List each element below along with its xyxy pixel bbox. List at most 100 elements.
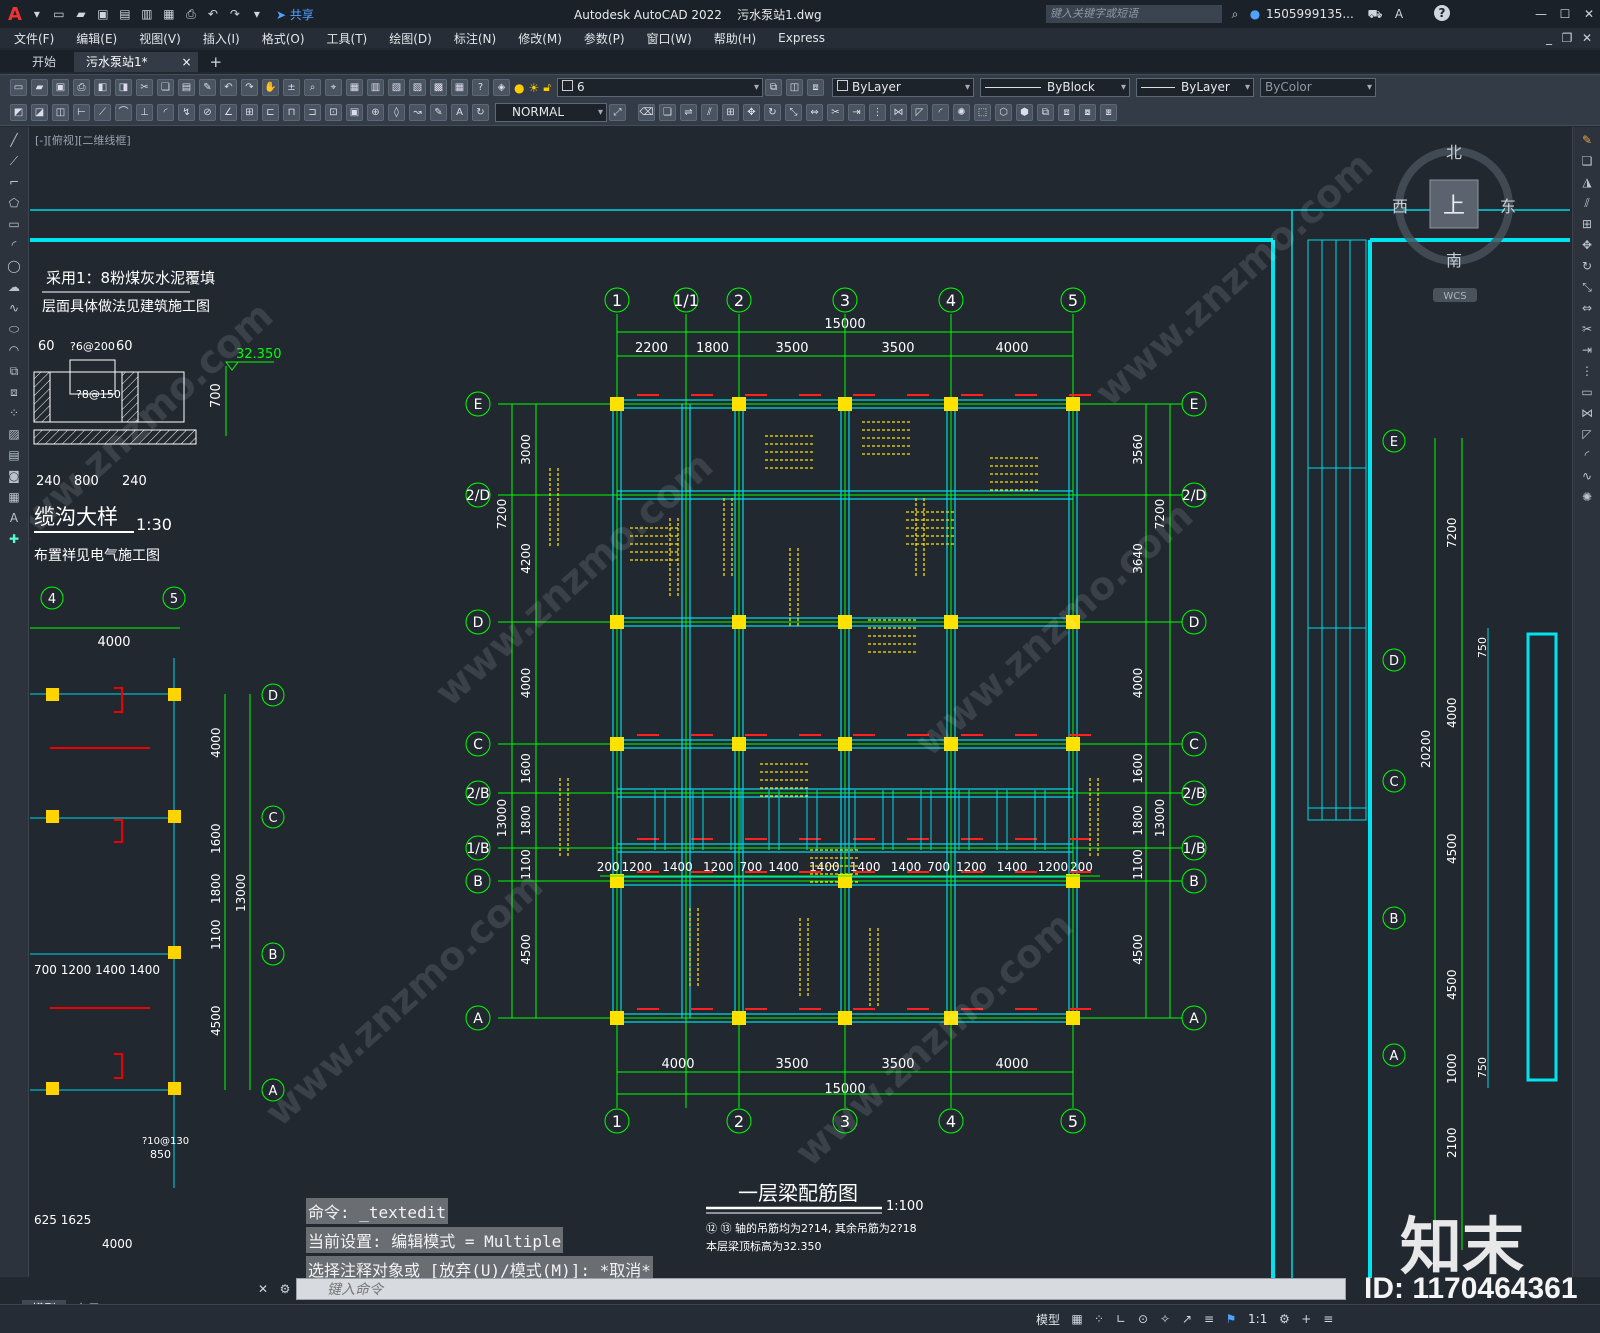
share-button[interactable]: ➤ 共享	[276, 6, 314, 23]
dim-space-icon[interactable]: ⊐	[304, 104, 321, 121]
user-name[interactable]: 1505999135...	[1266, 7, 1354, 21]
group-icon[interactable]: ⧈	[1058, 104, 1075, 121]
autocad-logo[interactable]: A	[8, 4, 22, 25]
join-icon[interactable]: ⋈	[890, 104, 907, 121]
customize-icon[interactable]: ▾	[249, 6, 265, 22]
plot-preview-icon[interactable]: ◧	[94, 79, 111, 96]
extend-icon[interactable]: ⇥	[848, 104, 865, 121]
qnew-icon[interactable]: ▭	[10, 79, 27, 96]
join-icon[interactable]: ⋈	[1579, 405, 1595, 421]
annotation-scale[interactable]: 1:1	[1248, 1312, 1267, 1326]
menu-file[interactable]: 文件(F)	[14, 30, 54, 47]
move-icon[interactable]: ✥	[743, 104, 760, 121]
dim-diameter-icon[interactable]: ⊘	[199, 104, 216, 121]
jog-linear-icon[interactable]: ↝	[409, 104, 426, 121]
open-icon[interactable]: ▰	[31, 79, 48, 96]
make-current-icon[interactable]: ⧉	[765, 79, 783, 96]
dim-style-manager-icon[interactable]: ⤢	[609, 104, 626, 121]
mtext-icon[interactable]: A	[6, 510, 22, 526]
add-selected-icon[interactable]: ✚	[6, 531, 22, 547]
menu-draw[interactable]: 绘图(D)	[389, 30, 432, 47]
3d-rotate-icon[interactable]: ⬡	[995, 104, 1012, 121]
dim-arc-icon[interactable]: ⌒	[115, 104, 132, 121]
save-icon[interactable]: ▣	[95, 6, 111, 22]
autodesk-app-icon[interactable]: A	[1391, 6, 1407, 22]
plotstyle-select[interactable]: ByColor	[1260, 78, 1377, 97]
plot-icon[interactable]: ⎙	[73, 79, 90, 96]
copy-clip-icon[interactable]: ⧉	[1037, 104, 1054, 121]
copy-object-icon[interactable]: ❏	[659, 104, 676, 121]
3d-align-icon[interactable]: ⬢	[1016, 104, 1033, 121]
revcloud-icon[interactable]: ☁	[6, 279, 22, 295]
dim-text-edit-icon[interactable]: A	[451, 104, 468, 121]
color-select[interactable]: ByLayer	[832, 78, 975, 97]
new-tab-button[interactable]: +	[198, 52, 235, 72]
rotate-icon[interactable]: ↻	[1579, 258, 1595, 274]
search-icon[interactable]: ⌕	[1227, 6, 1243, 22]
help-icon[interactable]: ?	[472, 79, 489, 96]
command-input[interactable]: 键入命令	[296, 1278, 1346, 1300]
tool-palettes-icon[interactable]: ▧	[388, 79, 405, 96]
fillet-icon[interactable]: ◜	[932, 104, 949, 121]
explode-icon[interactable]: ✺	[1579, 489, 1595, 505]
save-as-icon[interactable]: ▤	[117, 6, 133, 22]
array-icon[interactable]: ⊞	[722, 104, 739, 121]
design-center-icon[interactable]: ▥	[367, 79, 384, 96]
close-commandline-icon[interactable]: ✕	[255, 1281, 271, 1297]
dim-aligned-icon[interactable]: ⟋	[94, 104, 111, 121]
snap-icon[interactable]: ⁘	[1091, 1311, 1107, 1327]
menu-express[interactable]: Express	[778, 31, 825, 45]
layer-previous-icon[interactable]: ◫	[786, 79, 804, 96]
print-icon[interactable]: ⎙	[183, 6, 199, 22]
chamfer-icon[interactable]: ◸	[1579, 426, 1595, 442]
layer-off-icon[interactable]: ◪	[31, 104, 48, 121]
drawing-canvas[interactable]: [-][俯视][二维线框] 上 北 南 西 东 WCS 采用1：8粉煤灰水泥覆填…	[30, 128, 1570, 1278]
polygon-icon[interactable]: ⬠	[6, 195, 22, 211]
annotation-icon[interactable]: ⚑	[1223, 1311, 1239, 1327]
center-mark-icon[interactable]: ⊕	[367, 104, 384, 121]
dim-update-icon[interactable]: ↻	[472, 104, 489, 121]
layer-lock-icon[interactable]: 🔓︎	[543, 80, 551, 95]
linetype-select[interactable]: ByBlock	[980, 78, 1131, 97]
menu-view[interactable]: 视图(V)	[139, 30, 181, 47]
copy-icon[interactable]: ❏	[157, 79, 174, 96]
array-icon[interactable]: ⊞	[1579, 216, 1595, 232]
tab-document[interactable]: 污水泵站1* ×	[74, 52, 198, 72]
plot-icon[interactable]: ▦	[161, 6, 177, 22]
erase-icon[interactable]: ✎	[1579, 132, 1595, 148]
block-icon[interactable]: ⧆	[1100, 104, 1117, 121]
mirror-icon[interactable]: ⇌	[680, 104, 697, 121]
menu-dimension[interactable]: 标注(N)	[454, 30, 496, 47]
zoom-realtime-icon[interactable]: ±	[283, 79, 300, 96]
chamfer-icon[interactable]: ◸	[911, 104, 928, 121]
customize-commandline-icon[interactable]: ⚙	[277, 1281, 293, 1297]
cart-icon[interactable]: ⛟	[1367, 6, 1383, 22]
scale-icon[interactable]: ⤡	[1579, 279, 1595, 295]
compass-north[interactable]: 北	[1446, 143, 1462, 162]
maximize-icon[interactable]: ☐	[1557, 6, 1573, 22]
search-input[interactable]: 键入关键字或短语	[1046, 5, 1222, 23]
menu-modify[interactable]: 修改(M)	[518, 30, 562, 47]
layer-iso-icon[interactable]: ◩	[10, 104, 27, 121]
compass-east[interactable]: 东	[1500, 197, 1516, 216]
dropdown-icon[interactable]: ▾	[29, 6, 45, 22]
viewport-controls[interactable]: [-][俯视][二维线框]	[35, 133, 131, 147]
rotate-icon[interactable]: ↻	[764, 104, 781, 121]
spline-icon[interactable]: ∿	[6, 300, 22, 316]
layer-walk-icon[interactable]: ◫	[52, 104, 69, 121]
mirror-icon[interactable]: ◮	[1579, 174, 1595, 190]
offset-icon[interactable]: ⫽	[1579, 195, 1595, 211]
open-folder-icon[interactable]: ▰	[73, 6, 89, 22]
sheet-set-icon[interactable]: ▨	[409, 79, 426, 96]
undo-icon[interactable]: ↶	[220, 79, 237, 96]
trim-icon[interactable]: ✂	[827, 104, 844, 121]
dim-linear-icon[interactable]: ⊢	[73, 104, 90, 121]
stretch-icon[interactable]: ⇔	[806, 104, 823, 121]
polar-icon[interactable]: ⊙	[1135, 1311, 1151, 1327]
fillet-icon[interactable]: ◜	[1579, 447, 1595, 463]
stretch-icon[interactable]: ⇔	[1579, 300, 1595, 316]
layer-properties-icon[interactable]: ◈	[493, 79, 510, 96]
pan-icon[interactable]: ✋	[262, 79, 279, 96]
cut-icon[interactable]: ✂	[136, 79, 153, 96]
tab-start[interactable]: 开始	[20, 52, 68, 72]
